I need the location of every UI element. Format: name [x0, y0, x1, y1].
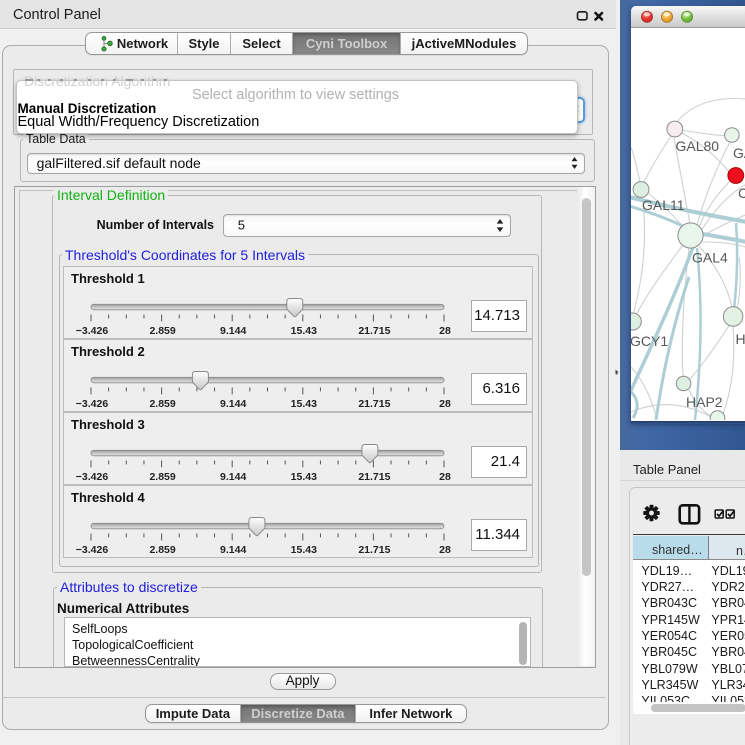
svg-text:GAL80: GAL80: [676, 138, 720, 154]
svg-text:C: C: [738, 185, 745, 201]
svg-text:HAP2: HAP2: [686, 394, 723, 410]
svg-text:GA: GA: [733, 145, 745, 161]
svg-text:H: H: [736, 331, 745, 347]
svg-text:GCY1: GCY1: [631, 333, 668, 349]
svg-text:GAL4: GAL4: [692, 250, 728, 266]
svg-text:GAL11: GAL11: [642, 197, 685, 213]
